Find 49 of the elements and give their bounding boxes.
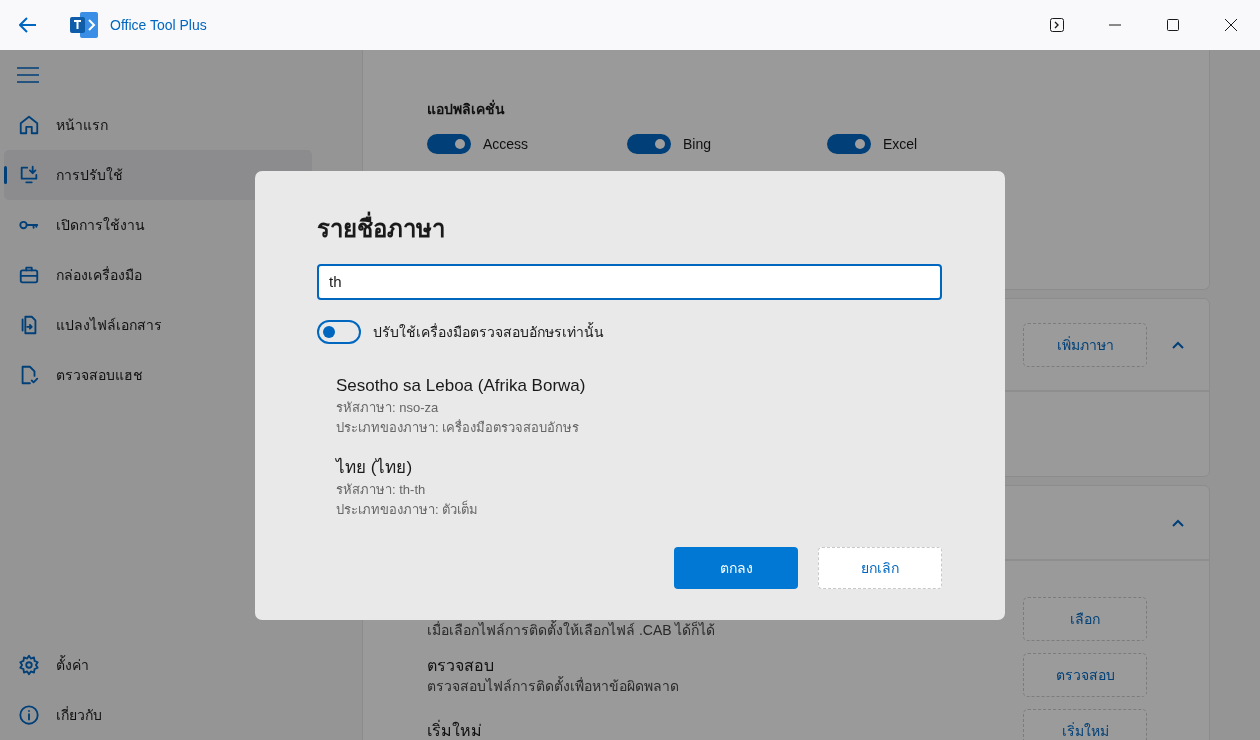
sidebar-item[interactable]: หน้าแรก [4, 100, 312, 150]
back-arrow-icon [19, 17, 37, 33]
action-button[interactable]: ตรวจสอบ [1023, 653, 1147, 697]
toggle-switch[interactable] [317, 319, 361, 344]
language-name[interactable]: Sesotho sa Leboa (Afrika Borwa) [336, 373, 942, 398]
language-type: ประเภทของภาษา: ตัวเต็ม [336, 499, 480, 519]
home-icon [18, 114, 40, 136]
action-title: ตรวจสอบ [427, 657, 494, 674]
sidebar-item[interactable]: เกี่ยวกับ [4, 690, 312, 740]
app-title: Office Tool Plus [110, 17, 207, 33]
toolbox-icon [18, 264, 40, 286]
minimize-icon [1109, 24, 1121, 26]
toggle-label: Excel [883, 136, 918, 152]
chevron-up-icon[interactable] [1172, 340, 1184, 349]
ok-button[interactable]: ตกลง [674, 546, 798, 589]
action-button[interactable]: เลือก [1023, 597, 1147, 641]
sidebar-item[interactable]: ตั้งค่า [4, 640, 312, 690]
settings-icon [18, 654, 40, 676]
sidebar-item[interactable]: กล่องเครื่องมือ [4, 250, 312, 300]
sidebar-item[interactable]: ตรวจสอบแฮช [4, 350, 312, 400]
action-title: เริ่มใหม่ [427, 722, 482, 739]
info-icon [18, 704, 40, 726]
action-description: ตรวจสอบไฟล์การติดตั้งเพื่อหาข้อผิดพลาด [427, 677, 680, 695]
app-logo-icon [70, 12, 98, 38]
menu-icon [17, 67, 39, 83]
toggle-label: Access [483, 136, 529, 152]
add-language-button[interactable]: เพิ่มภาษา [1023, 322, 1147, 367]
toggle-switch[interactable] [427, 134, 471, 154]
toggle-switch[interactable] [627, 134, 671, 154]
sidebar-item[interactable]: การปรับใช้ [4, 150, 312, 200]
toggle-label: ปรับใช้เครื่องมือตรวจสอบอักษรเท่านั้น [373, 321, 604, 342]
language-name[interactable]: ไทย (ไทย) [336, 455, 942, 480]
sidebar-item[interactable]: เปิดการใช้งาน [4, 200, 312, 250]
section-heading: แอปพลิเคชั่น [427, 98, 506, 119]
search-field[interactable]: th [317, 263, 942, 300]
language-code: รหัสภาษา: nso-za [336, 398, 440, 417]
language-code: รหัสภาษา: th-th [336, 480, 427, 499]
action-description: เมื่อเลือกไฟล์การติดตั้งให้เลือกไฟล์ .CAB ได้ก็ได้ [427, 621, 717, 639]
monitor-download-icon [18, 164, 40, 186]
toggle-switch[interactable] [827, 134, 871, 154]
cancel-button[interactable]: ยกเลิก [818, 546, 942, 589]
language-type: ประเภทของภาษา: เครื่องมือตรวจสอบอักษร [336, 418, 581, 437]
close-icon [1225, 19, 1237, 31]
chevron-up-icon[interactable] [1172, 518, 1184, 527]
toggle-label: Bing [683, 136, 712, 152]
maximize-icon [1167, 19, 1179, 31]
sidebar-item[interactable]: แปลงไฟล์เอกสาร [4, 300, 312, 350]
action-button[interactable]: เริ่มใหม่ [1023, 709, 1147, 740]
dialog-title: รายชื่อภาษา [317, 212, 942, 245]
